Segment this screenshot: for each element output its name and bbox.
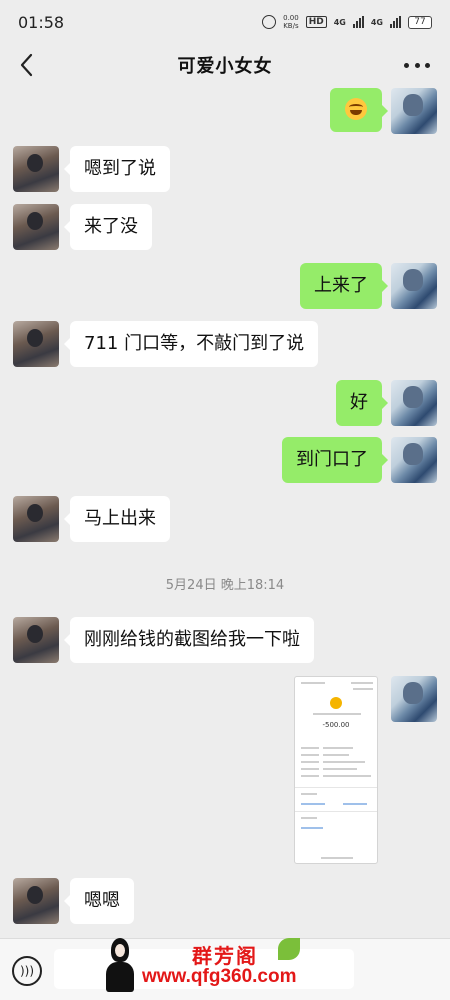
network-type-2: 4G xyxy=(370,17,383,27)
message-bubble-outgoing[interactable]: 好 xyxy=(336,380,388,426)
message-bubble-outgoing[interactable]: 上来了 xyxy=(300,263,388,309)
message-bubble-incoming[interactable]: 马上出来 xyxy=(64,496,170,542)
message-bubble-incoming[interactable]: 嗯到了说 xyxy=(64,146,170,192)
net-speed-unit: KB/s xyxy=(283,22,299,30)
battery-icon: 77 xyxy=(408,15,432,29)
watermark-brand: 群芳阁 xyxy=(192,944,258,968)
chat-header: 可爱小女女 xyxy=(0,44,450,88)
message-bubble-outgoing[interactable]: 到门口了 xyxy=(282,437,388,483)
contact-avatar[interactable] xyxy=(13,496,59,542)
net-speed: 0.00 KB/s xyxy=(283,14,299,30)
message-bubble-incoming[interactable]: 刚刚给钱的截图给我一下啦 xyxy=(64,617,314,663)
contact-avatar[interactable] xyxy=(13,321,59,367)
message-bubble-outgoing[interactable] xyxy=(330,88,388,132)
network-type-1: 4G xyxy=(333,17,346,27)
message-bubble-incoming[interactable]: 711 门口等，不敲门到了说 xyxy=(63,321,319,367)
leaf-icon xyxy=(278,938,300,960)
my-avatar[interactable] xyxy=(391,380,437,426)
payment-amount: -500.00 xyxy=(322,721,350,729)
chat-title: 可爱小女女 xyxy=(177,56,273,77)
contact-avatar[interactable] xyxy=(13,617,59,663)
contact-avatar[interactable] xyxy=(13,878,59,924)
payment-screenshot-image[interactable]: -500.00 xyxy=(294,676,378,864)
message-bubble-incoming[interactable]: 来了没 xyxy=(64,204,152,250)
status-icons: 0.00 KB/s HD 4G 4G 77 xyxy=(262,14,432,30)
chat-timestamp: 5月24日 晚上18:14 xyxy=(165,578,285,593)
alarm-icon xyxy=(262,15,277,29)
coin-icon xyxy=(330,697,342,709)
more-options-icon[interactable] xyxy=(404,52,430,78)
hd-badge: HD xyxy=(305,16,327,28)
message-bubble-incoming[interactable]: 嗯嗯 xyxy=(64,878,134,924)
laughing-crying-emoji-icon xyxy=(345,97,367,120)
watermark-logo xyxy=(100,938,140,994)
my-avatar[interactable] xyxy=(391,88,437,134)
watermark: 群芳阁 www.qfg360.com xyxy=(100,936,440,1000)
status-bar: 01:58 0.00 KB/s HD 4G 4G 77 xyxy=(0,0,450,44)
my-avatar[interactable] xyxy=(391,263,437,309)
voice-icon[interactable]: ))) xyxy=(12,956,42,986)
contact-avatar[interactable] xyxy=(13,204,59,250)
signal-icon-2 xyxy=(390,16,401,28)
net-speed-value: 0.00 xyxy=(283,14,299,22)
signal-icon xyxy=(352,16,364,28)
contact-avatar[interactable] xyxy=(13,146,59,192)
watermark-url: www.qfg360.com xyxy=(142,966,297,987)
my-avatar[interactable] xyxy=(391,437,437,483)
my-avatar[interactable] xyxy=(391,676,437,722)
status-time: 01:58 xyxy=(18,13,65,32)
